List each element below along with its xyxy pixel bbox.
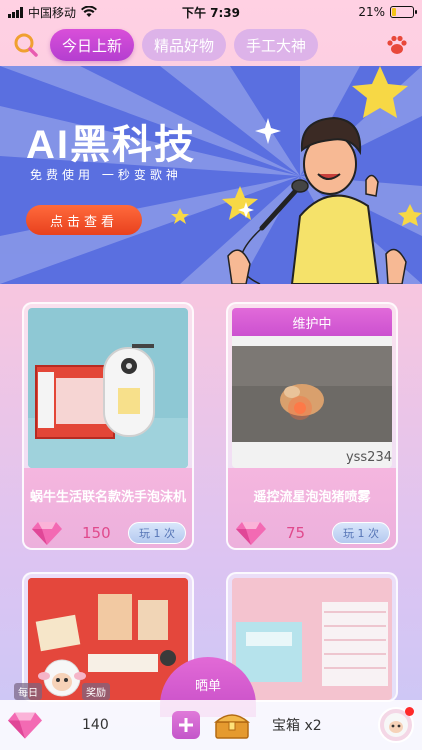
- product-image: [232, 578, 392, 700]
- play-once-button[interactable]: 玩 1 次: [128, 522, 186, 544]
- banner-subtitle: 免费使用 一秒变歌神: [30, 168, 182, 182]
- play-once-button[interactable]: 玩 1 次: [332, 522, 390, 544]
- treasure-chest-icon[interactable]: [214, 710, 250, 740]
- battery-fill: [392, 8, 397, 16]
- product-name: 遥控流星泡泡猪喷雾: [253, 490, 371, 505]
- paw-button[interactable]: [382, 30, 412, 60]
- search-icon: [14, 33, 38, 57]
- chest-count: 宝箱 x2: [272, 718, 322, 734]
- wifi-icon: [81, 6, 98, 17]
- status-bar: 中国移动 下午 7:39 21%: [0, 0, 422, 24]
- gem-icon: [236, 522, 266, 545]
- price-value: 150: [82, 524, 111, 542]
- product-card[interactable]: 蜗牛生活联名款洗手泡沫机 150 玩 1 次: [22, 302, 194, 550]
- status-left: 中国移动: [8, 4, 98, 21]
- tab-premium-goods[interactable]: 精品好物: [142, 29, 227, 61]
- gem-balance: 140: [82, 717, 109, 733]
- product-image: [28, 308, 188, 468]
- paw-icon: [387, 35, 407, 54]
- signal-icon: [8, 6, 23, 18]
- bottom-bar: 140 宝箱 x2: [0, 700, 422, 750]
- gem-icon: [8, 712, 42, 739]
- top-nav: 今日上新 精品好物 手工大神: [0, 24, 422, 66]
- gem-icon: [32, 522, 62, 545]
- card-info: 遥控流星泡泡猪喷雾 75 玩 1 次: [228, 468, 396, 548]
- price-row: 150 玩 1 次: [32, 520, 186, 546]
- banner-title: AI黑科技: [26, 123, 196, 167]
- price-value: 75: [286, 524, 306, 542]
- tab-today-new[interactable]: 今日上新: [50, 29, 135, 61]
- product-card[interactable]: [226, 572, 398, 702]
- plus-icon: [179, 718, 193, 732]
- maintenance-banner: 维护中: [232, 308, 392, 336]
- status-right: 21%: [358, 5, 417, 19]
- search-button[interactable]: [10, 29, 42, 61]
- tab-handmade-masters[interactable]: 手工大神: [234, 29, 319, 61]
- daily-tag: 每日: [14, 683, 42, 700]
- avatar-button[interactable]: [378, 707, 414, 743]
- image-watermark: yss234: [345, 450, 392, 465]
- carrier-label: 中国移动: [28, 5, 77, 20]
- card-info: 蜗牛生活联名款洗手泡沫机 150 玩 1 次: [24, 468, 192, 548]
- battery-icon: [390, 6, 417, 18]
- add-gems-button[interactable]: [172, 711, 200, 739]
- battery-percent: 21%: [358, 5, 385, 19]
- promo-banner[interactable]: AI黑科技 免费使用 一秒变歌神 点击查看: [0, 66, 422, 284]
- banner-view-button[interactable]: 点击查看: [26, 205, 142, 235]
- reward-tag: 奖励: [82, 683, 110, 700]
- notification-dot: [405, 707, 414, 716]
- product-name: 蜗牛生活联名款洗手泡沫机: [29, 490, 186, 505]
- avatar-icon: [384, 713, 408, 737]
- product-card[interactable]: 维护中 yss234 遥控流星泡泡猪喷雾 75 玩 1 次: [226, 302, 398, 550]
- price-row: 75 玩 1 次: [236, 520, 390, 546]
